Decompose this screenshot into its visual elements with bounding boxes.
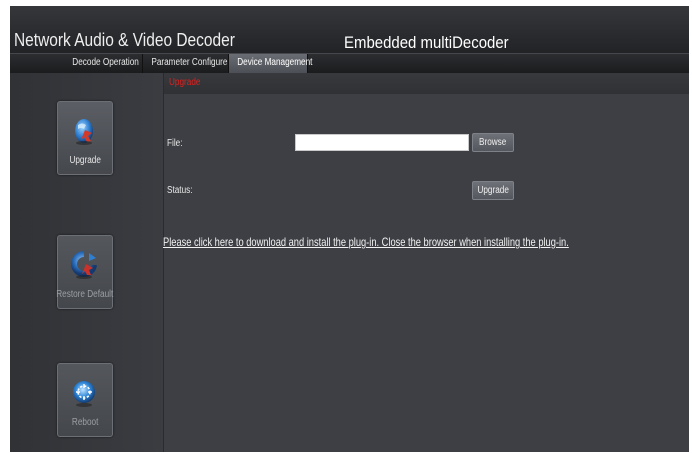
file-label: File:	[167, 138, 183, 149]
main-content: Upgrade File: Browse Status: Upgrade Ple…	[163, 73, 689, 452]
plugin-download-link[interactable]: Please click here to download and instal…	[163, 235, 569, 249]
sidebar: Upgrade Restore Default Reboot	[10, 73, 164, 452]
section-title: Upgrade	[169, 77, 201, 88]
browse-button[interactable]: Browse	[472, 133, 514, 152]
tab-label: Decode Operation	[72, 57, 139, 68]
tab-bar: Decode Operation Parameter Configure Dev…	[10, 53, 689, 73]
tab-device-management[interactable]: Device Management	[229, 54, 312, 73]
restore-default-icon	[71, 251, 97, 279]
file-path-input[interactable]	[295, 134, 469, 151]
tab-parameter-configure[interactable]: Parameter Configure	[143, 54, 229, 73]
section-header: Upgrade	[164, 73, 689, 94]
upgrade-button[interactable]: Upgrade	[472, 181, 514, 200]
tab-label: Device Management	[237, 57, 313, 68]
sidebar-item-label: Reboot	[71, 417, 99, 428]
upgrade-icon	[75, 119, 93, 145]
browse-button-label: Browse	[479, 137, 507, 148]
reboot-icon	[73, 381, 95, 407]
sidebar-item-label: Upgrade	[69, 155, 101, 166]
app-subtitle: Embedded multiDecoder	[344, 33, 509, 52]
sidebar-item-restore-default[interactable]: Restore Default	[57, 235, 113, 309]
status-label: Status:	[167, 185, 193, 196]
app-title: Network Audio & Video Decoder	[14, 30, 235, 50]
upgrade-button-label: Upgrade	[477, 185, 509, 196]
tab-decode-operation[interactable]: Decode Operation	[65, 54, 143, 73]
tab-label: Parameter Configure	[151, 57, 228, 68]
sidebar-item-label: Restore Default	[56, 289, 114, 300]
sidebar-item-upgrade[interactable]: Upgrade	[57, 101, 113, 175]
app-header: Network Audio & Video Decoder Embedded m…	[10, 6, 689, 53]
sidebar-item-reboot[interactable]: Reboot	[57, 363, 113, 437]
app-window: Network Audio & Video Decoder Embedded m…	[10, 6, 689, 452]
